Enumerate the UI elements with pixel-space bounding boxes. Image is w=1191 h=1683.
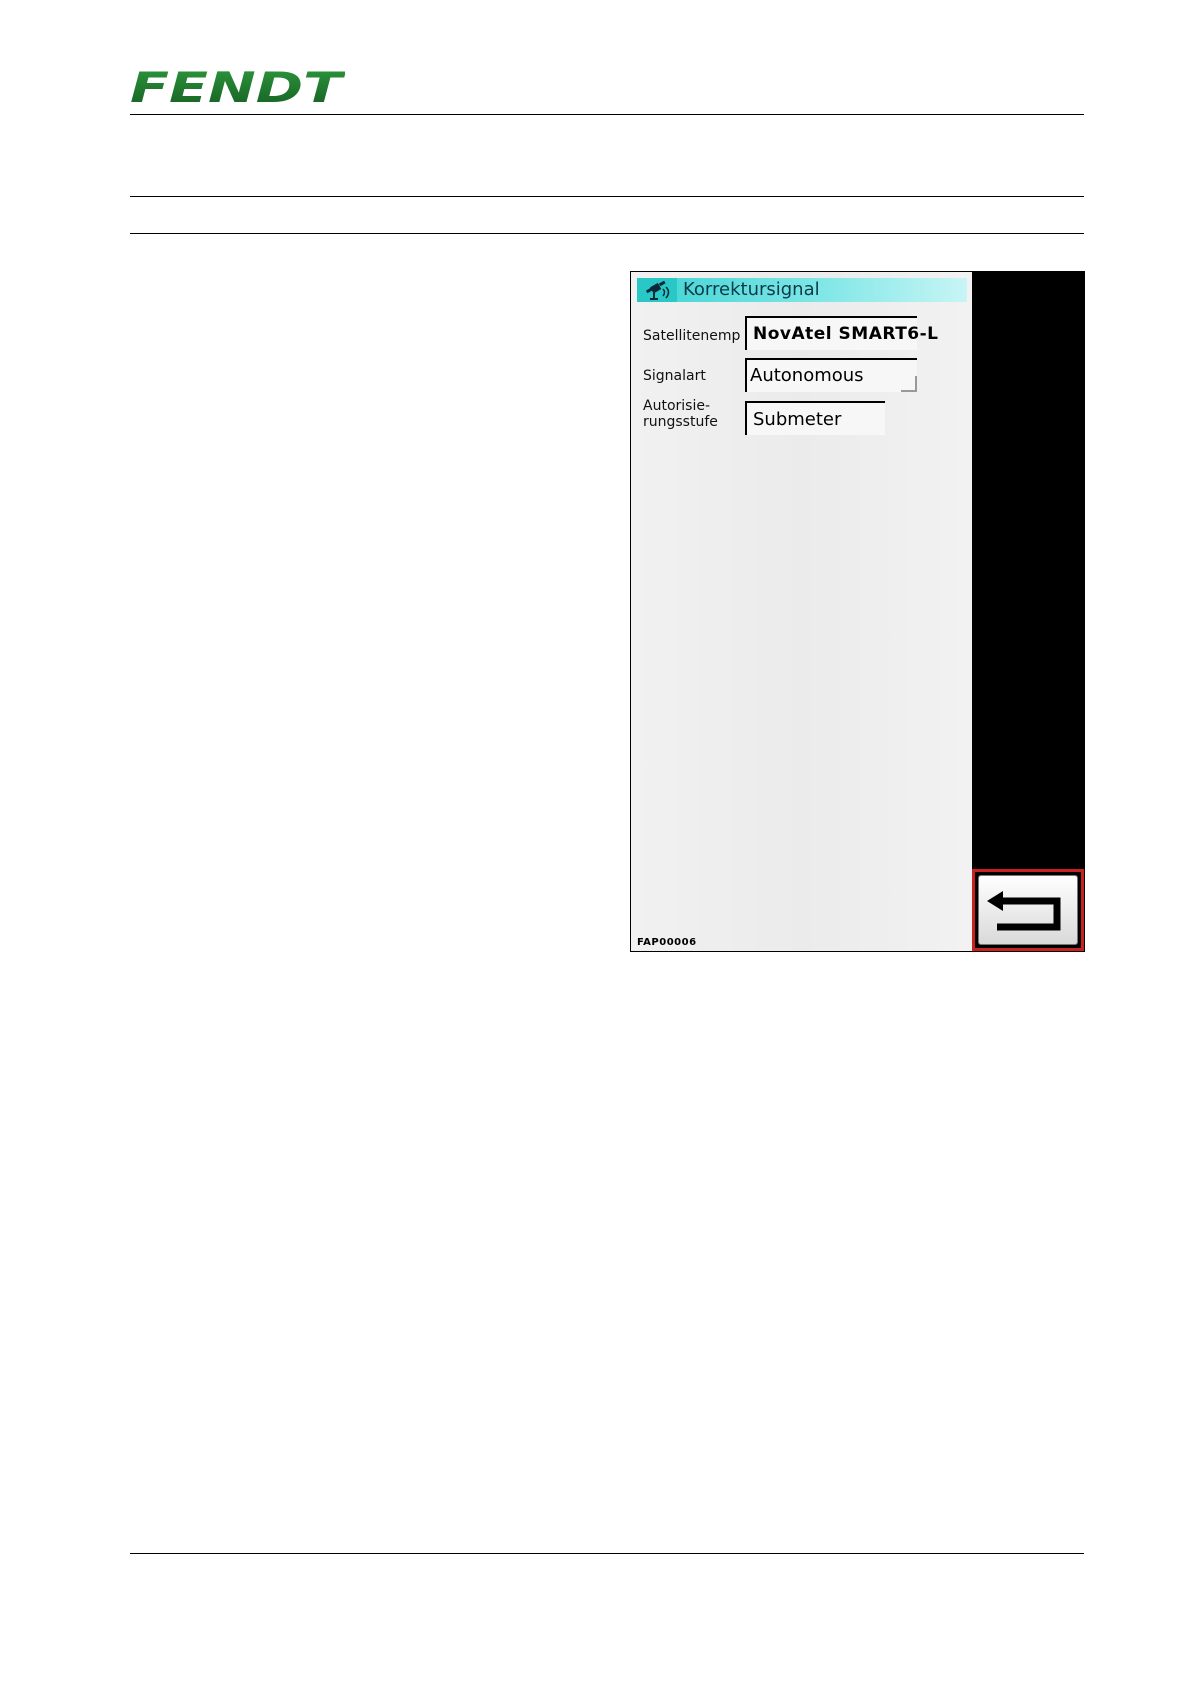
fendt-logo: FENDT — [130, 68, 345, 108]
title-bar: Korrektursignal — [637, 278, 967, 302]
signal-type-dropdown[interactable]: Autonomous — [745, 358, 917, 392]
logo-text: FENDT — [130, 68, 345, 108]
screen-title: Korrektursignal — [683, 279, 820, 300]
section-rule-bottom — [130, 233, 1084, 234]
terminal-screen: Korrektursignal Satellitenemp NovAtel SM… — [631, 272, 972, 951]
field-label-authorization-line2: rungsstufe — [643, 414, 718, 430]
dropdown-corner-icon — [901, 376, 917, 392]
header-rule — [130, 114, 1084, 115]
figure-code: FAP00006 — [637, 937, 697, 948]
field-label-signal-type: Signalart — [643, 368, 706, 384]
section-rule-top — [130, 196, 1084, 197]
receiver-field[interactable]: NovAtel SMART6-L — [745, 316, 938, 350]
field-label-receiver: Satellitenemp — [643, 328, 741, 344]
field-label-authorization-line1: Autorisie- — [643, 398, 710, 414]
footer-rule — [130, 1553, 1084, 1554]
satellite-icon — [637, 278, 677, 302]
signal-type-value: Autonomous — [750, 365, 864, 386]
return-arrow-icon — [987, 891, 1061, 931]
back-button[interactable] — [972, 869, 1084, 951]
authorization-value: Submeter — [753, 409, 842, 430]
terminal-screenshot: Korrektursignal Satellitenemp NovAtel SM… — [630, 271, 1085, 952]
softkey-panel — [972, 272, 1084, 951]
receiver-value: NovAtel SMART6-L — [753, 324, 939, 344]
authorization-field[interactable]: Submeter — [745, 401, 885, 435]
